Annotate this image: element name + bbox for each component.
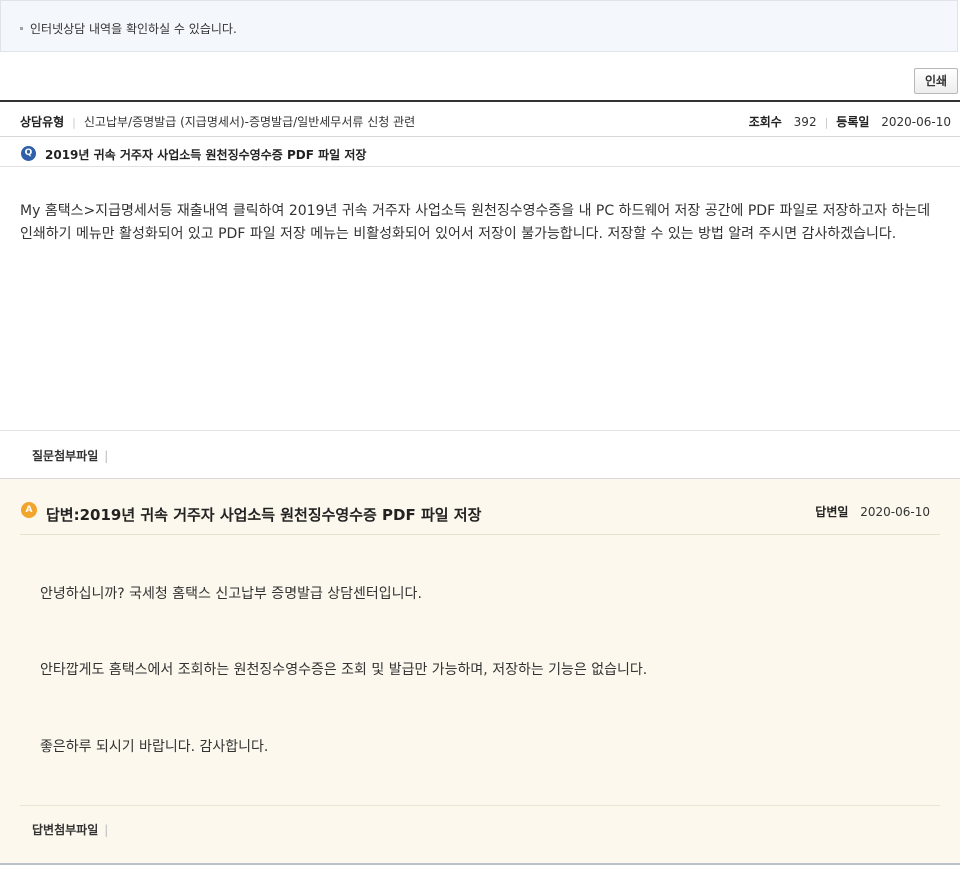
bullet-icon (20, 27, 23, 30)
answer-section: A 답변:2019년 귀속 거주자 사업소득 원천징수영수증 PDF 파일 저장… (0, 479, 960, 865)
print-button[interactable]: 인쇄 (914, 68, 958, 94)
divider: | (104, 823, 109, 837)
question-title-row: Q 2019년 귀속 거주자 사업소득 원천징수영수증 PDF 파일 저장 (0, 137, 960, 167)
answer-divider (20, 805, 940, 806)
consultation-meta-bar: 상담유형 | 신고납부/증명발급 (지급명세서)-증명발급/일반세무서류 신청 관련… (0, 100, 960, 137)
question-attachment-row: 질문첨부파일 | (0, 430, 960, 479)
views-label: 조회수 (748, 115, 782, 129)
question-attachment-text: 질문첨부파일 (32, 449, 99, 463)
answer-line: 좋은하루 되시기 바랍니다. 감사합니다. (40, 739, 269, 755)
answer-line: 안타깝게도 홈택스에서 조회하는 원천징수영수증은 조회 및 발급만 가능하며,… (40, 662, 648, 678)
answer-date: 답변일 2020-06-10 (815, 503, 930, 520)
date-label: 등록일 (836, 115, 870, 129)
notice-text: 인터넷상담 내역을 확인하실 수 있습니다. (20, 20, 237, 37)
type-label: 상담유형 (20, 115, 65, 129)
divider: | (72, 116, 76, 129)
answer-date-label: 답변일 (815, 505, 849, 519)
notice-message: 인터넷상담 내역을 확인하실 수 있습니다. (30, 22, 237, 36)
consultation-type: 상담유형 | 신고납부/증명발급 (지급명세서)-증명발급/일반세무서류 신청 관련 (20, 113, 415, 130)
question-title: 2019년 귀속 거주자 사업소득 원천징수영수증 PDF 파일 저장 (45, 148, 367, 162)
answer-icon: A (21, 502, 37, 518)
answer-title: 답변:2019년 귀속 거주자 사업소득 원천징수영수증 PDF 파일 저장 (46, 506, 482, 524)
question-attachment-label: 질문첨부파일 | (32, 447, 108, 464)
divider: | (824, 116, 829, 129)
consultation-stats: 조회수 392 | 등록일 2020-06-10 (749, 113, 951, 130)
answer-line: 안녕하십니까? 국세청 홈택스 신고납부 증명발급 상담센터입니다. (40, 586, 422, 602)
answer-date-value: 2020-06-10 (860, 505, 930, 519)
notice-box: 인터넷상담 내역을 확인하실 수 있습니다. (0, 0, 958, 52)
answer-divider (20, 534, 940, 535)
views-count: 392 (793, 115, 817, 129)
answer-attachment-text: 답변첨부파일 (32, 823, 99, 837)
divider: | (104, 449, 109, 463)
question-icon: Q (21, 146, 36, 161)
type-value: 신고납부/증명발급 (지급명세서)-증명발급/일반세무서류 신청 관련 (83, 115, 416, 129)
question-body: My 홈택스>지급명세서등 재출내역 클릭하여 2019년 귀속 거주자 사업소… (20, 203, 931, 242)
registered-date: 2020-06-10 (881, 115, 951, 129)
answer-attachment-label: 답변첨부파일 | (32, 821, 108, 838)
